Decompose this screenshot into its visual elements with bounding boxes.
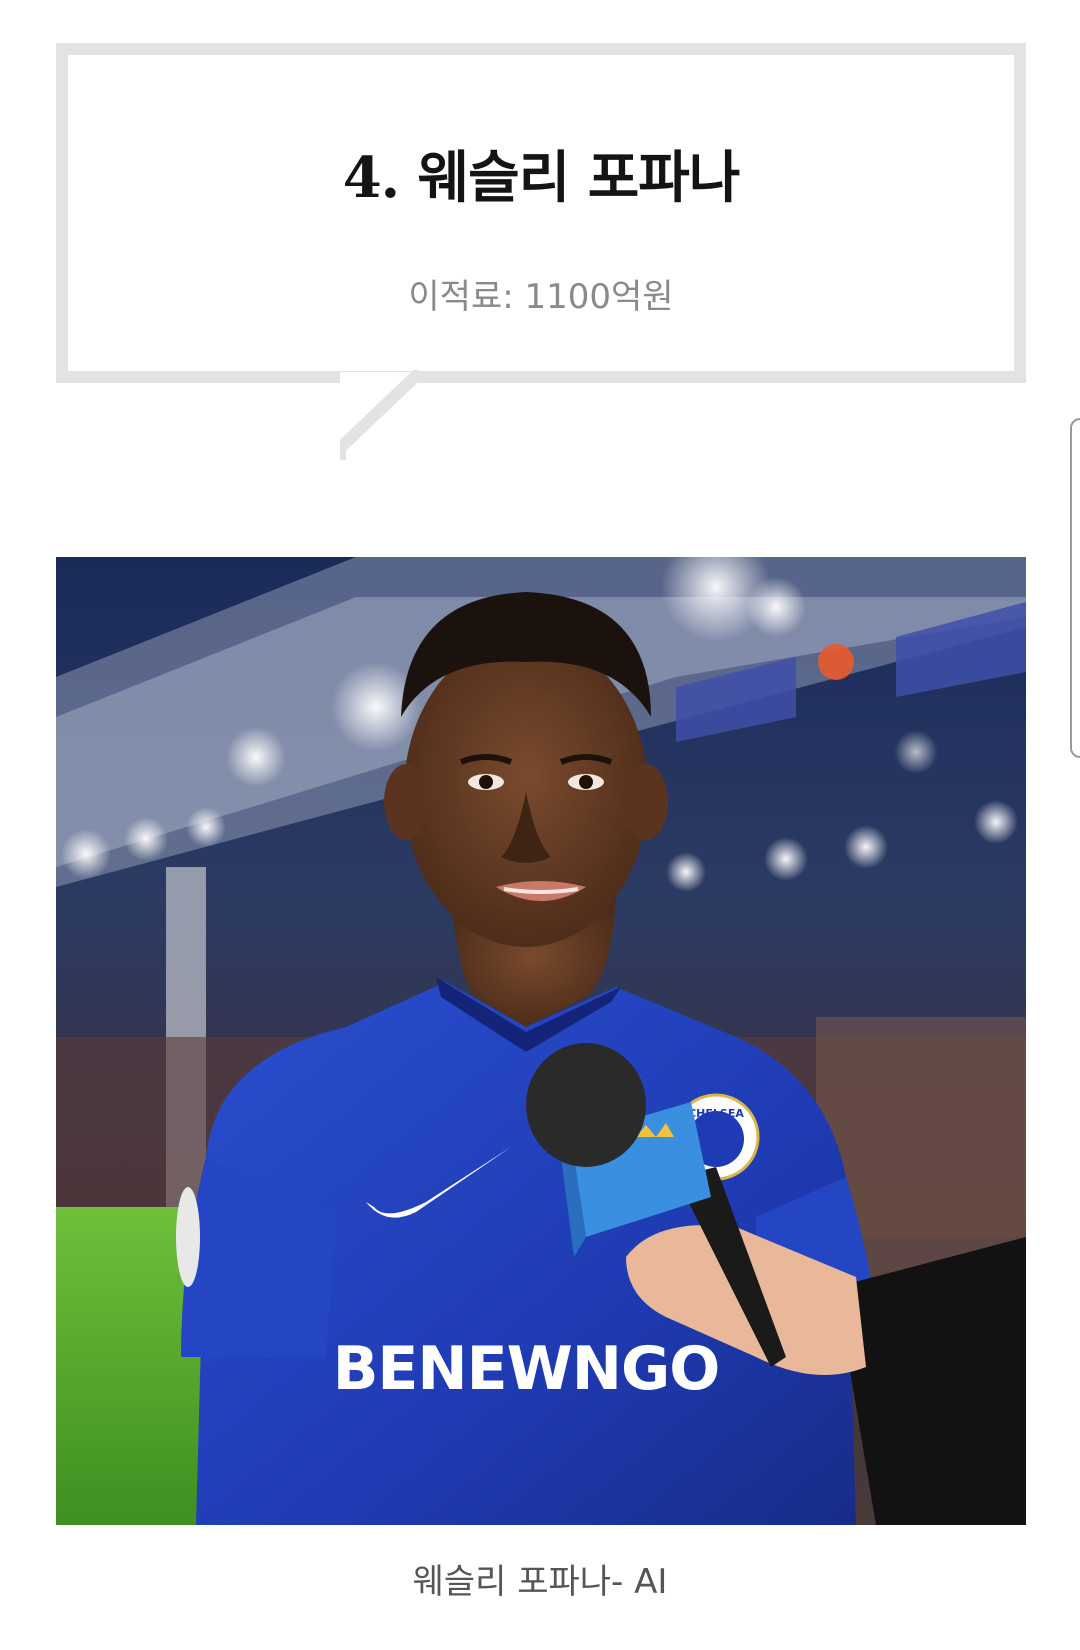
title-bubble: 4. 웨슬리 포파나 이적료: 1100억원 (56, 43, 1026, 383)
shirt-sponsor-text: BENEWNGO (333, 1334, 720, 1404)
player-photo: CHELSEA BENEWNGO (56, 557, 1026, 1525)
crest-text: CHELSEA (688, 1107, 744, 1120)
scroll-handle[interactable] (1070, 418, 1080, 758)
section-title: 4. 웨슬리 포파나 (342, 145, 741, 211)
photo-caption: 웨슬리 포파나- AI (412, 1562, 668, 1602)
transfer-fee-text: 이적료: 1100억원 (408, 277, 674, 317)
bubble-tail (340, 370, 425, 460)
